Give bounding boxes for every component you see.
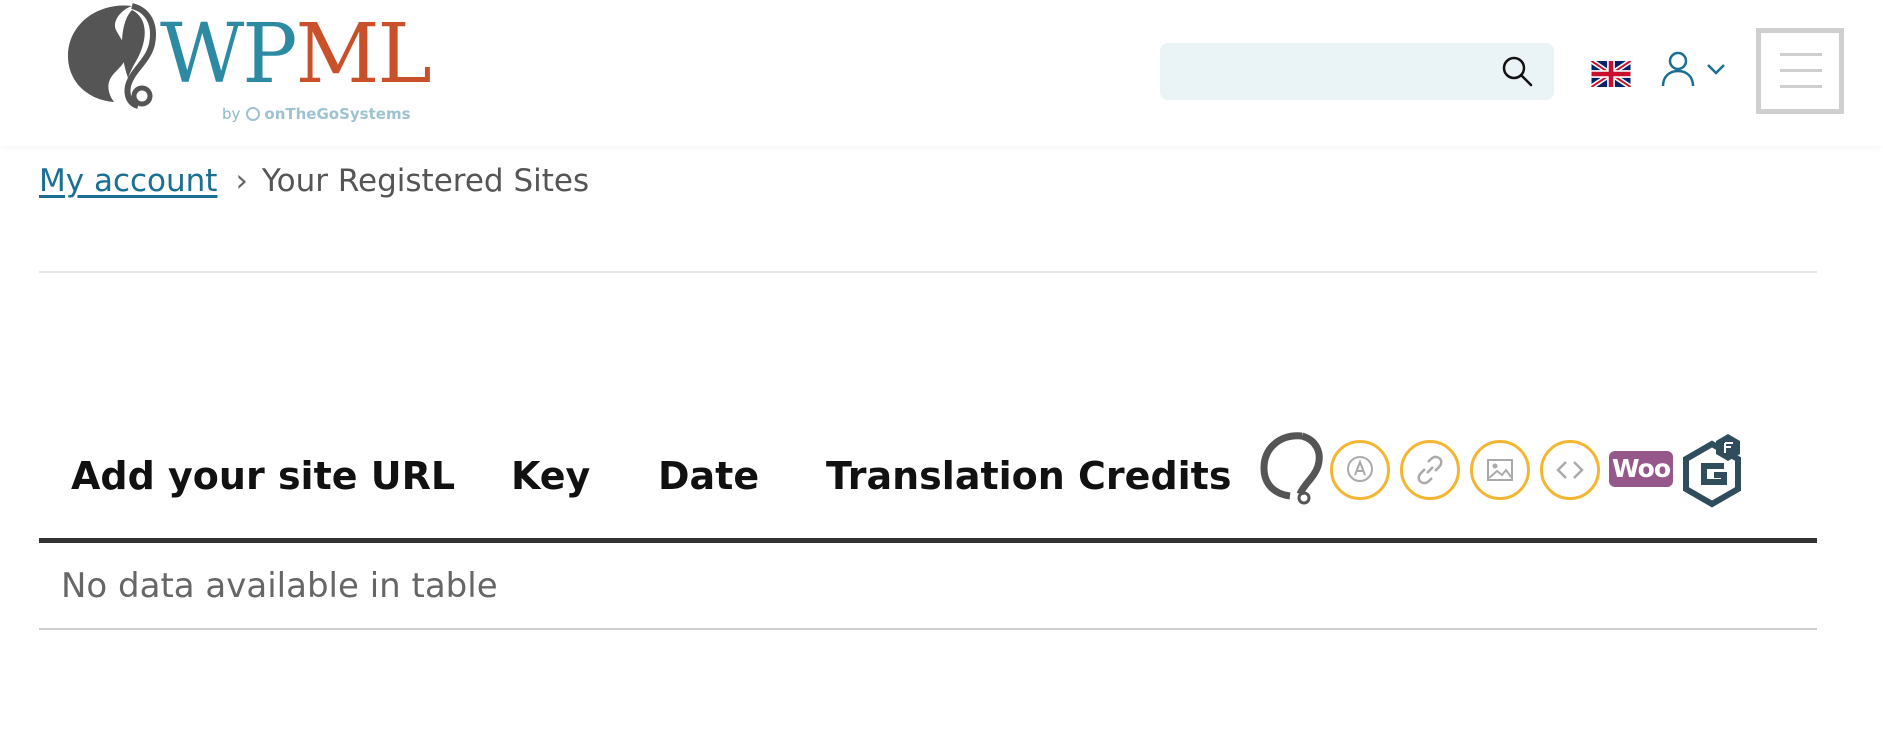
hamburger-menu-button[interactable] [1756,28,1844,114]
search-input[interactable] [1176,53,1486,89]
woocommerce-icon: Woo [1609,451,1673,487]
wpml-drop-icon [68,3,156,109]
table-header-rule [39,538,1817,543]
column-site-url[interactable]: Add your site URL [71,454,455,498]
menu-line [1780,69,1822,72]
user-icon[interactable] [1660,50,1696,88]
media-icon [1470,440,1530,500]
wpml-icon [1260,432,1323,505]
search-icon[interactable] [1500,54,1534,88]
breadcrumb-separator: › [235,163,248,199]
menu-line [1780,53,1822,56]
chevron-down-icon[interactable] [1705,61,1727,77]
code-icon [1540,440,1600,500]
breadcrumb-current: Your Registered Sites [261,163,590,199]
uk-flag-icon[interactable] [1591,61,1631,87]
column-date[interactable]: Date [658,454,759,498]
menu-line [1780,85,1822,88]
breadcrumb: My account › Your Registered Sites [39,163,589,199]
wpml-logo[interactable]: WPML by onTheGoSystems [62,0,432,130]
logo-byline: by onTheGoSystems [222,105,411,123]
site-header: WPML by onTheGoSystems [0,0,1883,146]
column-key[interactable]: Key [511,454,590,498]
column-translation-credits[interactable]: Translation Credits [826,454,1231,498]
search-box[interactable] [1160,43,1554,100]
string-translation-icon [1330,440,1390,500]
breadcrumb-my-account-link[interactable]: My account [39,163,217,199]
gravity-forms-icon [1683,434,1741,508]
otgs-icon [246,107,261,121]
section-divider [39,271,1817,273]
link-icon [1400,440,1460,500]
logo-wordmark: WPML [160,7,432,102]
empty-table-message: No data available in table [61,566,498,606]
table-row-rule [39,628,1817,630]
